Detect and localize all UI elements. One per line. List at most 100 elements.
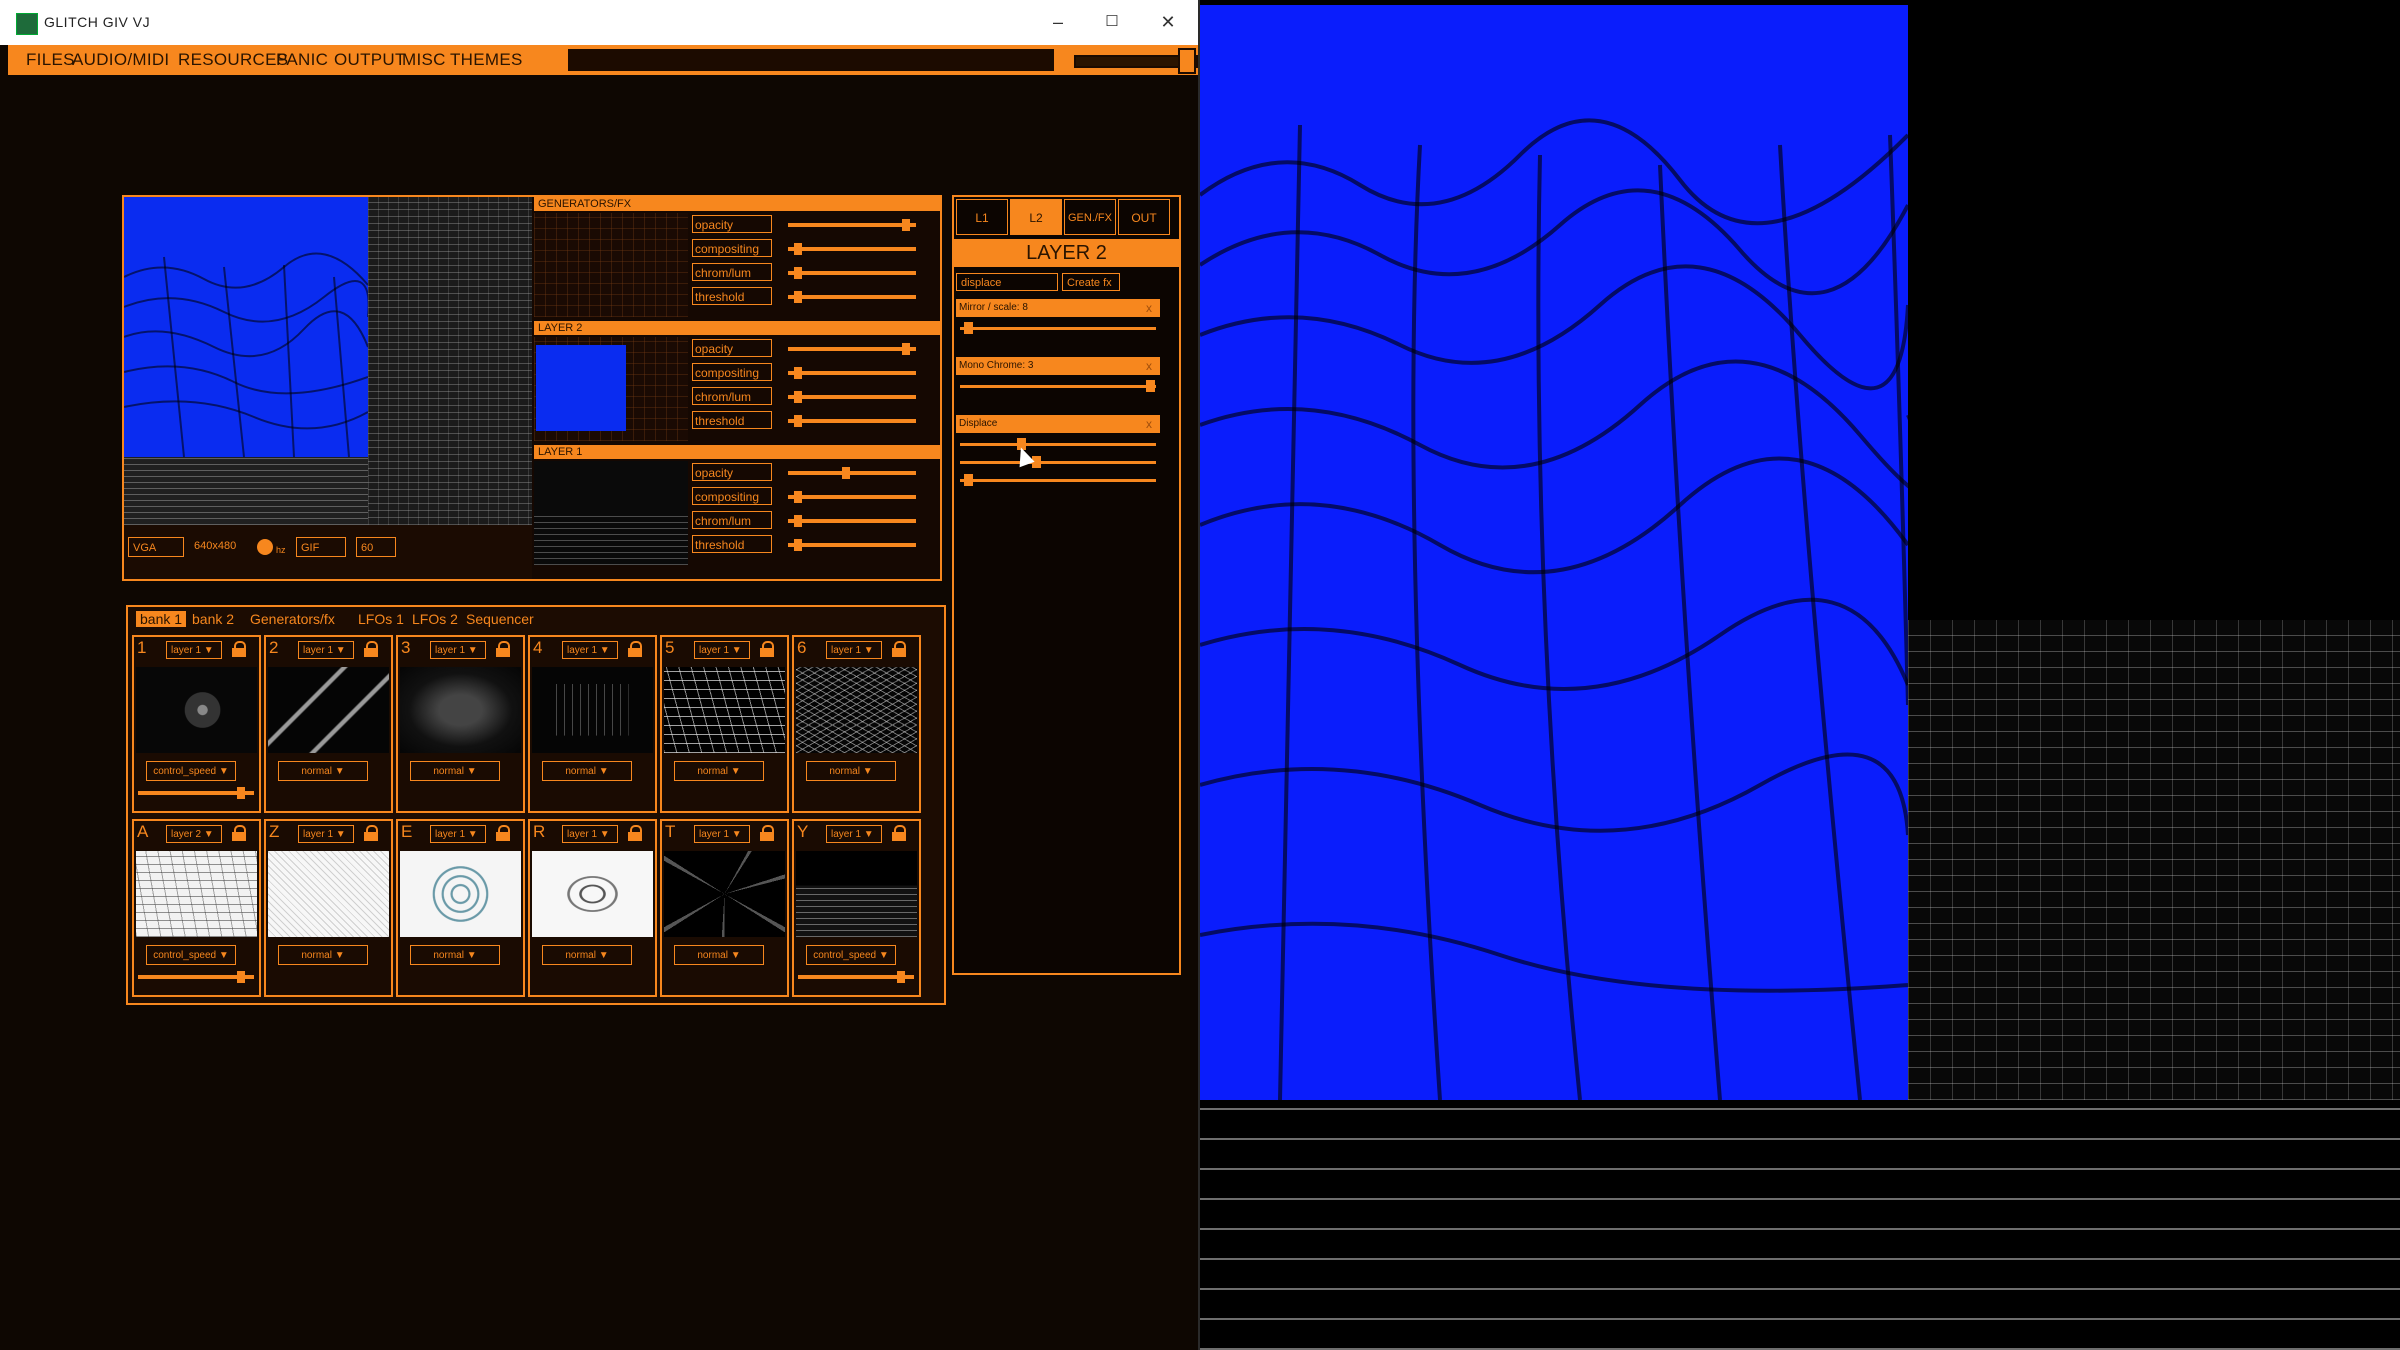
menu-misc[interactable]: MISC bbox=[402, 50, 446, 70]
minimize-button[interactable]: – bbox=[1040, 8, 1076, 36]
fx-slider[interactable] bbox=[960, 380, 1156, 392]
lock-icon[interactable] bbox=[364, 641, 378, 657]
bank-cell-mode-select[interactable]: normal ▼ bbox=[806, 761, 896, 781]
param-slider[interactable] bbox=[788, 515, 916, 527]
bank-cell[interactable]: 3 layer 1 ▼ normal ▼ bbox=[396, 635, 525, 813]
lock-icon[interactable] bbox=[760, 825, 774, 841]
param-slider[interactable] bbox=[788, 415, 916, 427]
format-select[interactable]: VGA bbox=[128, 537, 184, 557]
bank-cell-layer-select[interactable]: layer 1 ▼ bbox=[562, 825, 618, 843]
fx-remove-button[interactable]: x bbox=[1146, 299, 1152, 317]
bank-cell-speed-slider[interactable] bbox=[138, 971, 254, 983]
bank-cell-mode-select[interactable]: normal ▼ bbox=[674, 761, 764, 781]
lock-icon[interactable] bbox=[628, 641, 642, 657]
param-slider[interactable] bbox=[788, 243, 916, 255]
param-slider[interactable] bbox=[788, 267, 916, 279]
lock-icon[interactable] bbox=[892, 825, 906, 841]
bank-cell-mode-select[interactable]: normal ▼ bbox=[278, 761, 368, 781]
param-slider[interactable] bbox=[788, 539, 916, 551]
fx-slider-handle[interactable] bbox=[963, 322, 973, 334]
bank-cell-mode-select[interactable]: normal ▼ bbox=[410, 761, 500, 781]
bank-cell[interactable]: 5 layer 1 ▼ normal ▼ bbox=[660, 635, 789, 813]
menu-files[interactable]: FILES bbox=[26, 50, 75, 70]
param-slider-handle[interactable] bbox=[794, 291, 802, 303]
codec-select[interactable]: GIF bbox=[296, 537, 346, 557]
title-bar[interactable]: GLITCH GIV VJ – ☐ ✕ bbox=[0, 0, 1198, 45]
bank-cell-layer-select[interactable]: layer 1 ▼ bbox=[826, 641, 882, 659]
lock-icon[interactable] bbox=[232, 825, 246, 841]
bank-cell-layer-select[interactable]: layer 1 ▼ bbox=[298, 825, 354, 843]
bank-cell[interactable]: 4 layer 1 ▼ normal ▼ bbox=[528, 635, 657, 813]
bank-cell-mode-select[interactable]: control_speed ▼ bbox=[806, 945, 896, 965]
bank-cell-thumbnail[interactable] bbox=[400, 851, 521, 937]
bank-cell-layer-select[interactable]: layer 1 ▼ bbox=[430, 825, 486, 843]
menu-themes[interactable]: THEMES bbox=[450, 50, 523, 70]
bank-cell-speed-handle[interactable] bbox=[897, 971, 906, 983]
bank-cell[interactable]: Zlayer 1 ▼ normal ▼ bbox=[264, 819, 393, 997]
bank-cell-layer-select[interactable]: layer 1 ▼ bbox=[694, 825, 750, 843]
param-slider-handle[interactable] bbox=[794, 415, 802, 427]
lock-icon[interactable] bbox=[232, 641, 246, 657]
param-slider-handle[interactable] bbox=[794, 515, 802, 527]
param-slider[interactable] bbox=[788, 391, 916, 403]
tab-lfos-2[interactable]: LFOs 2 bbox=[412, 611, 458, 627]
param-slider-handle[interactable] bbox=[794, 491, 802, 503]
bank-cell-thumbnail[interactable] bbox=[532, 851, 653, 937]
param-slider-handle[interactable] bbox=[794, 243, 802, 255]
bank-cell-speed-slider[interactable] bbox=[138, 787, 254, 799]
close-button[interactable]: ✕ bbox=[1150, 8, 1186, 36]
bank-cell-layer-select[interactable]: layer 1 ▼ bbox=[430, 641, 486, 659]
bank-cell[interactable]: Elayer 1 ▼ normal ▼ bbox=[396, 819, 525, 997]
tab-bank-1[interactable]: bank 1 bbox=[136, 611, 187, 627]
record-toggle[interactable] bbox=[257, 539, 273, 555]
bank-cell[interactable]: 1 layer 1 ▼ control_speed ▼ bbox=[132, 635, 261, 813]
menu-panic[interactable]: PANIC bbox=[276, 50, 328, 70]
bank-cell-thumbnail[interactable] bbox=[136, 851, 257, 937]
fx-slider-handle[interactable] bbox=[963, 474, 973, 486]
bank-cell-thumbnail[interactable] bbox=[664, 667, 785, 753]
bank-cell-thumbnail[interactable] bbox=[796, 851, 917, 937]
fx-select[interactable]: displace bbox=[956, 273, 1058, 291]
bank-cell[interactable]: Alayer 2 ▼ control_speed ▼ bbox=[132, 819, 261, 997]
bank-cell[interactable]: Tlayer 1 ▼ normal ▼ bbox=[660, 819, 789, 997]
bank-cell-thumbnail[interactable] bbox=[268, 851, 389, 937]
bank-cell[interactable]: Rlayer 1 ▼ normal ▼ bbox=[528, 819, 657, 997]
tab-l1[interactable]: L1 bbox=[956, 199, 1008, 235]
bank-cell-mode-select[interactable]: normal ▼ bbox=[674, 945, 764, 965]
param-slider[interactable] bbox=[788, 343, 916, 355]
tab-lfos-1[interactable]: LFOs 1 bbox=[358, 611, 404, 627]
param-slider[interactable] bbox=[788, 367, 916, 379]
bank-cell-layer-select[interactable]: layer 2 ▼ bbox=[166, 825, 222, 843]
fx-remove-button[interactable]: x bbox=[1146, 415, 1152, 433]
bank-cell-mode-select[interactable]: normal ▼ bbox=[542, 945, 632, 965]
param-slider[interactable] bbox=[788, 219, 916, 231]
param-slider-handle[interactable] bbox=[902, 219, 910, 231]
param-slider-handle[interactable] bbox=[794, 367, 802, 379]
bank-cell-thumbnail[interactable] bbox=[796, 667, 917, 753]
bank-cell-layer-select[interactable]: layer 1 ▼ bbox=[166, 641, 222, 659]
param-slider-handle[interactable] bbox=[842, 467, 850, 479]
param-slider[interactable] bbox=[788, 467, 916, 479]
bank-cell-mode-select[interactable]: normal ▼ bbox=[278, 945, 368, 965]
bank-cell-speed-slider[interactable] bbox=[798, 971, 914, 983]
param-slider-handle[interactable] bbox=[794, 391, 802, 403]
tab-out[interactable]: OUT bbox=[1118, 199, 1170, 235]
param-slider-handle[interactable] bbox=[794, 539, 802, 551]
fx-slider[interactable] bbox=[960, 456, 1156, 468]
maximize-button[interactable]: ☐ bbox=[1094, 8, 1130, 36]
fps-select[interactable]: 60 bbox=[356, 537, 396, 557]
menu-resources[interactable]: RESOURCES bbox=[178, 50, 288, 70]
bank-cell-thumbnail[interactable] bbox=[136, 667, 257, 753]
tab-gen-fx[interactable]: GEN./FX bbox=[1064, 199, 1116, 235]
bank-cell-thumbnail[interactable] bbox=[400, 667, 521, 753]
master-slider-handle[interactable] bbox=[1178, 48, 1196, 74]
lock-icon[interactable] bbox=[364, 825, 378, 841]
bank-cell[interactable]: 6 layer 1 ▼ normal ▼ bbox=[792, 635, 921, 813]
lock-icon[interactable] bbox=[892, 641, 906, 657]
tab-generators-fx[interactable]: Generators/fx bbox=[250, 611, 335, 627]
bank-cell-layer-select[interactable]: layer 1 ▼ bbox=[562, 641, 618, 659]
bank-cell-mode-select[interactable]: control_speed ▼ bbox=[146, 761, 236, 781]
bank-cell-layer-select[interactable]: layer 1 ▼ bbox=[826, 825, 882, 843]
bank-cell-thumbnail[interactable] bbox=[532, 667, 653, 753]
param-slider[interactable] bbox=[788, 291, 916, 303]
